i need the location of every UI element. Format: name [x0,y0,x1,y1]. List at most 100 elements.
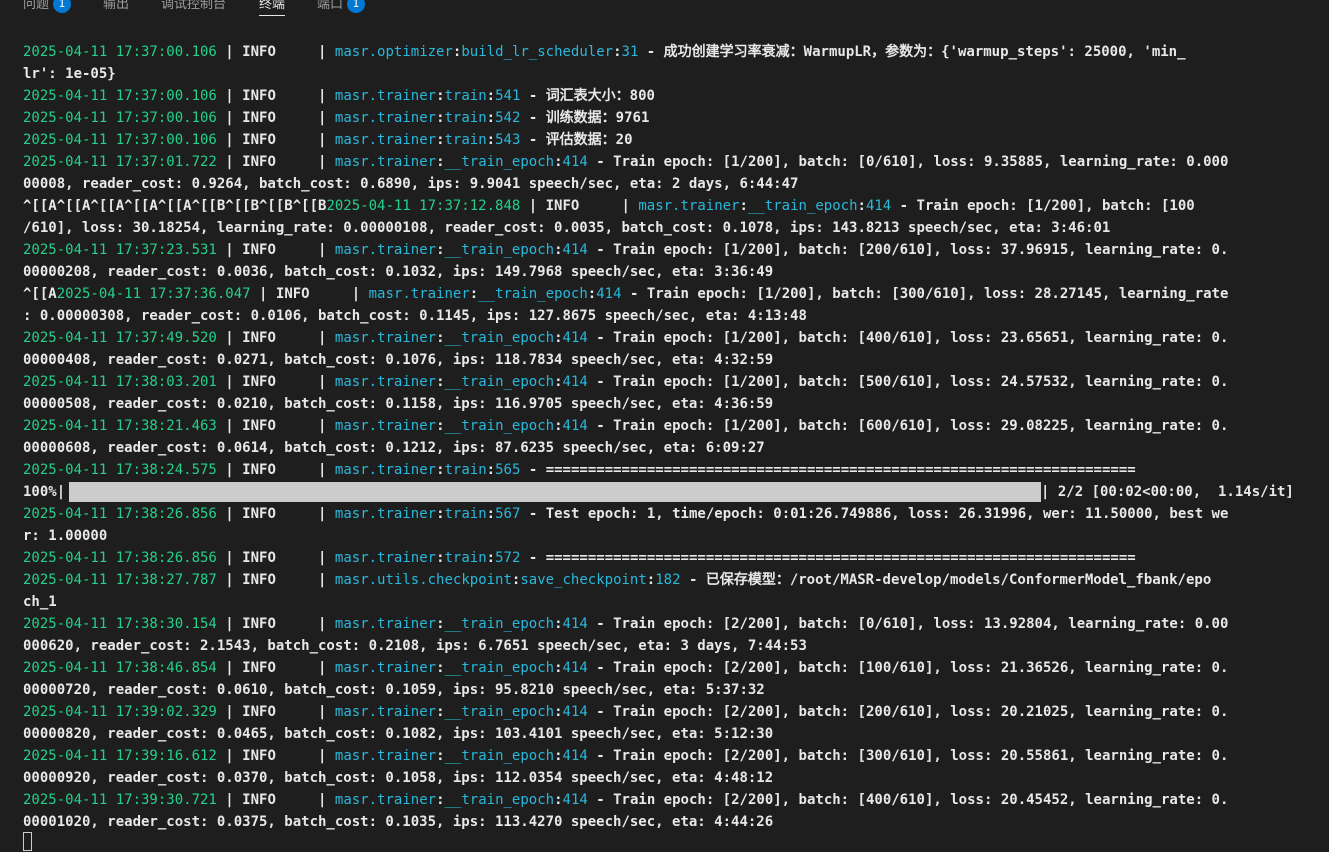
progress-stats: | 2/2 [00:02<00:00, 1.14s/it] [1041,484,1294,500]
tab-output[interactable]: 输出 [103,0,129,18]
log-timestamp: 2025-04-11 17:39:02.329 [23,704,217,720]
log-message: 词汇表大小：800 [545,88,655,104]
log-message-wrap: ch_1 [23,594,57,610]
escape-sequence-text: ^[[A^[[A^[[A^[[A^[[A^[[B^[[B^[[B^[[B [23,198,327,214]
log-separator: | [275,44,335,60]
log-timestamp: 2025-04-11 17:38:03.201 [23,374,217,390]
log-message: Test epoch: 1, time/epoch: 0:01:26.74988… [545,506,1229,522]
log-module: masr.trainer [334,154,437,170]
log-timestamp: 2025-04-11 17:38:24.575 [23,462,217,478]
log-timestamp: 2025-04-11 17:38:26.856 [23,550,217,566]
log-function: __train_epoch [444,418,555,434]
log-separator: | [216,506,243,522]
log-separator: : [486,110,496,126]
log-message-wrap: : 0.00000308, reader_cost: 0.0106, batch… [23,308,807,324]
log-line-number: 565 [495,462,521,478]
log-level: INFO [545,198,580,214]
active-tab-underline [259,15,286,16]
log-function: __train_epoch [747,198,858,214]
log-separator: : [436,88,445,104]
tab-ports[interactable]: 端口 1 [317,0,366,18]
log-separator: | [216,616,243,632]
log-function: save_checkpoint [520,572,647,588]
log-line-continuation: lr': 1e-05} [23,63,1313,85]
log-separator: - [587,418,614,434]
log-message-wrap: 00000820, reader_cost: 0.0465, batch_cos… [23,726,774,742]
log-level: INFO [242,154,276,170]
log-separator: : [436,330,445,346]
problems-count-badge: 1 [53,0,72,13]
log-message-wrap: 00000508, reader_cost: 0.0210, batch_cos… [23,396,774,412]
log-line-number: 414 [562,374,588,390]
log-timestamp: 2025-04-11 17:39:30.721 [23,792,217,808]
log-separator: | [579,198,639,214]
log-separator: : [554,330,563,346]
log-separator: | [275,462,335,478]
terminal-output[interactable]: 2025-04-11 17:37:00.106 | INFO | masr.op… [23,41,1313,833]
log-function: __train_epoch [478,286,588,302]
tab-problems[interactable]: 问题 1 [23,0,72,18]
log-level: INFO [242,572,276,588]
log-message: Train epoch: [1/200], batch: [300/610], … [646,286,1229,302]
tab-debug-console[interactable]: 调试控制台 [161,0,226,18]
log-line-number: 414 [562,418,588,434]
log-line-number: 541 [495,88,521,104]
log-message-wrap: 00000920, reader_cost: 0.0370, batch_cos… [23,770,774,786]
log-separator: - [891,198,917,214]
log-level: INFO [242,110,276,126]
log-separator: : [436,506,445,522]
log-separator: | [275,550,335,566]
log-level: INFO [242,242,276,258]
log-line: ^[[A2025-04-11 17:37:36.047 | INFO | mas… [23,283,1313,305]
log-message-wrap: 00008, reader_cost: 0.9264, batch_cost: … [23,176,799,192]
log-line-number: 414 [562,748,588,764]
log-separator: : [436,792,445,808]
log-message-wrap: 00000408, reader_cost: 0.0271, batch_cos… [23,352,774,368]
log-separator: | [520,198,546,214]
log-level: INFO [242,616,276,632]
log-separator: : [436,132,445,148]
log-separator: | [216,330,243,346]
log-line-continuation: ch_1 [23,591,1313,613]
log-line: 2025-04-11 17:37:00.106 | INFO | masr.tr… [23,85,1313,107]
progress-percent: 100%| [23,484,66,500]
log-message: Train epoch: [1/200], batch: [200/610], … [613,242,1229,258]
log-separator: - [680,572,706,588]
log-separator: : [554,616,563,632]
log-separator: : [554,374,563,390]
log-separator: | [275,660,335,676]
log-separator: | [216,44,243,60]
log-line: 2025-04-11 17:39:16.612 | INFO | masr.tr… [23,745,1313,767]
log-separator: | [275,242,335,258]
log-module: masr.trainer [334,748,437,764]
log-message-wrap: r: 1.00000 [23,528,108,544]
log-separator: : [554,660,563,676]
log-line: 2025-04-11 17:38:26.856 | INFO | masr.tr… [23,547,1313,569]
log-timestamp: 2025-04-11 17:38:27.787 [23,572,217,588]
log-line-number: 31 [621,44,639,60]
log-module: masr.optimizer [334,44,453,60]
log-message: Train epoch: [1/200], batch: [500/610], … [613,374,1229,390]
log-separator: | [216,88,243,104]
log-module: masr.trainer [334,374,437,390]
log-message: Train epoch: [2/200], batch: [300/610], … [613,748,1229,764]
tab-label: 端口 [317,0,344,12]
log-line-number: 414 [562,792,588,808]
log-module: masr.trainer [638,198,740,214]
escape-sequence-text: ^[[A [23,286,57,302]
log-separator: | [275,374,335,390]
log-function: __train_epoch [444,154,555,170]
log-level: INFO [242,704,276,720]
log-separator: | [309,286,369,302]
log-module: masr.trainer [334,462,437,478]
log-separator: : [436,616,445,632]
log-separator: : [436,154,445,170]
log-timestamp: 2025-04-11 17:37:00.106 [23,88,217,104]
log-level: INFO [242,374,276,390]
tab-label: 终端 [259,0,286,12]
progress-bar-fill [69,482,1041,502]
log-separator: | [275,748,335,764]
tab-terminal[interactable]: 终端 [259,0,286,18]
log-function: __train_epoch [444,330,555,346]
log-separator: - [587,616,614,632]
